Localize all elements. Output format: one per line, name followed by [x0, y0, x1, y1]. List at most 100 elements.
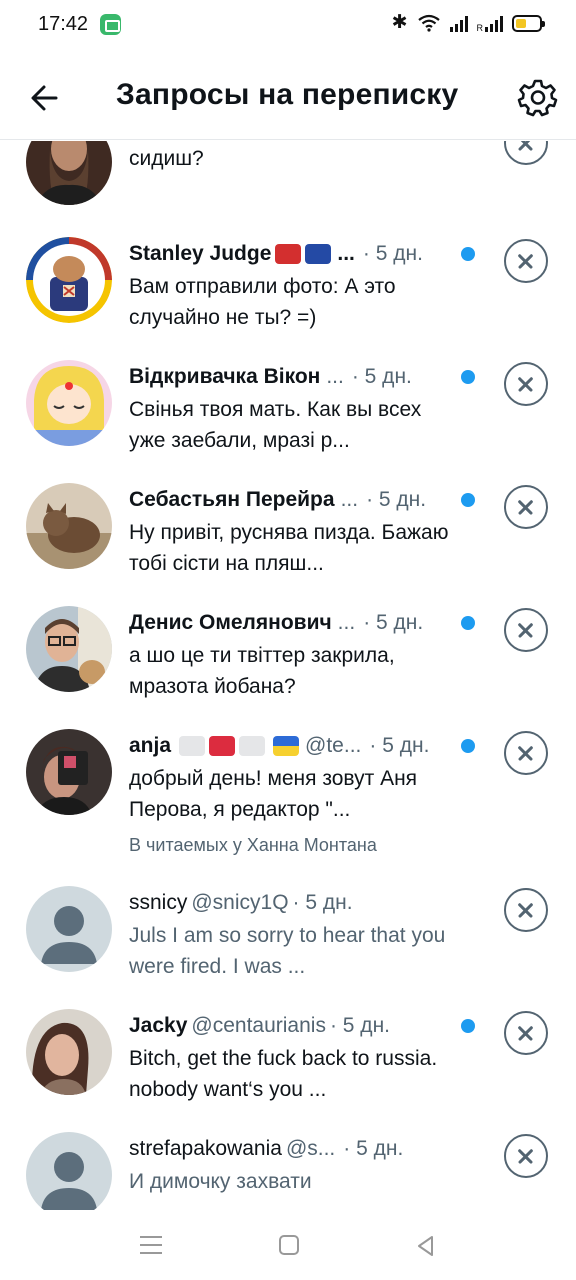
settings-gear-icon[interactable] [517, 76, 559, 118]
timestamp: · 5 дн. [343, 1137, 404, 1160]
system-navigation-bar [0, 1210, 576, 1280]
sender-name: ssnicy [129, 891, 188, 914]
dismiss-button[interactable] [504, 362, 548, 406]
system-back-button[interactable] [414, 1234, 438, 1258]
bluetooth-icon: ✱ [391, 12, 408, 33]
avatar[interactable] [26, 1009, 112, 1095]
list-item[interactable]: Stanley Judge ... · 5 дн. Вам отправили … [0, 233, 576, 356]
item-content: ssnicy @snicy1Q · 5 дн. Juls I am so sor… [129, 886, 449, 982]
battery-icon [512, 14, 545, 32]
avatar[interactable] [26, 237, 112, 323]
dismiss-button[interactable] [504, 1134, 548, 1178]
sender-handle: @centaurianis [191, 1014, 326, 1037]
unread-indicator [461, 739, 475, 753]
timestamp: · 5 дн. [369, 734, 430, 757]
timestamp: · 5 дн. [363, 611, 424, 634]
item-content: Денис Омелянович ... · 5 дн. а шо це ти … [129, 606, 449, 702]
dismiss-button[interactable] [504, 608, 548, 652]
sender-handle: @s... [285, 1137, 336, 1160]
list-item[interactable]: ssnicy @snicy1Q · 5 дн. Juls I am so sor… [0, 882, 576, 1005]
avatar[interactable] [26, 729, 112, 815]
dismiss-button[interactable] [504, 485, 548, 529]
list-item[interactable]: Відкривачка Вікон ... · 5 дн. Свiнья тво… [0, 356, 576, 479]
home-button[interactable] [279, 1235, 299, 1255]
dismiss-button[interactable] [504, 141, 548, 165]
sender-name: Себастьян Перейра [129, 488, 335, 511]
unread-indicator [461, 493, 475, 507]
white-flag-icon [239, 736, 266, 756]
avatar[interactable] [26, 141, 112, 205]
name-ellipsis: ... [326, 365, 344, 388]
sender-name: Stanley Judge [129, 242, 272, 265]
roaming-label: R [476, 23, 484, 33]
list-item[interactable]: anja @te... · 5 дн. добрый день! меня зо… [0, 725, 576, 882]
kosovo-flag-icon [305, 244, 332, 264]
wifi-icon [417, 14, 440, 32]
list-item[interactable]: Денис Омелянович ... · 5 дн. а шо це ти … [0, 602, 576, 725]
back-button[interactable] [26, 78, 66, 118]
red-flag-icon [209, 736, 236, 756]
message-requests-list: сидиш? Stanley Judge ... · 5 дн. Вам отп… [0, 141, 576, 1210]
dismiss-button[interactable] [504, 731, 548, 775]
list-item[interactable]: strefapakowania @s... · 5 дн. И димочку … [0, 1128, 576, 1210]
sender-name: strefapakowania [129, 1137, 282, 1160]
page-title: Запросы на переписку [116, 78, 459, 111]
sender-name: Jacky [129, 1014, 188, 1037]
status-time: 17:42 [38, 13, 89, 35]
message-preview: а шо це ти твіттер закрила, мразота йоба… [129, 644, 395, 698]
sender-name: anja [129, 734, 172, 757]
app-header: Запросы на переписку [0, 56, 576, 140]
recent-apps-button[interactable] [140, 1236, 162, 1254]
unread-indicator [461, 247, 475, 261]
item-content: anja @te... · 5 дн. добрый день! меня зо… [129, 729, 449, 856]
sender-name: Денис Омелянович [129, 611, 332, 634]
message-preview: Bitch, get the fuck back to russia. nobo… [129, 1047, 438, 1101]
white-flag-icon [179, 736, 206, 756]
timestamp: · 5 дн. [351, 365, 412, 388]
dismiss-button[interactable] [504, 888, 548, 932]
unread-indicator [461, 616, 475, 630]
sender-handle: @te... [305, 734, 362, 757]
message-preview: Ну привіт, руснява пизда. Бажаю тобі сіс… [129, 521, 449, 575]
item-content: strefapakowania @s... · 5 дн. И димочку … [129, 1132, 449, 1197]
list-item[interactable]: сидиш? [0, 141, 576, 233]
sender-name: Відкривачка Вікон [129, 365, 321, 388]
message-preview: сидиш? [129, 147, 204, 170]
default-avatar[interactable] [26, 1132, 112, 1210]
sender-handle: @snicy1Q [191, 891, 289, 914]
signal-icon-2 [485, 14, 503, 32]
item-content: Jacky @centaurianis · 5 дн. Bitch, get t… [129, 1009, 449, 1105]
list-item[interactable]: Себастьян Перейра ... · 5 дн. Ну привіт,… [0, 479, 576, 602]
notification-app-icon [100, 14, 121, 35]
message-preview: Свiнья твоя мать. Как вы всех уже заебал… [129, 398, 422, 452]
message-preview: Вам отправили фото: А это случайно не ты… [129, 275, 396, 329]
item-content: сидиш? [129, 143, 449, 174]
status-icons: ✱ R [391, 12, 545, 33]
timestamp: · 5 дн. [362, 242, 423, 265]
unread-indicator [461, 1019, 475, 1033]
default-avatar[interactable] [26, 886, 112, 972]
signal-icon-1 [449, 14, 468, 32]
dismiss-button[interactable] [504, 1011, 548, 1055]
avatar[interactable] [26, 606, 112, 692]
name-ellipsis: ... [337, 242, 355, 265]
name-ellipsis: ... [340, 488, 359, 511]
dismiss-button[interactable] [504, 239, 548, 283]
item-content: Себастьян Перейра ... · 5 дн. Ну привіт,… [129, 483, 449, 579]
item-content: Stanley Judge ... · 5 дн. Вам отправили … [129, 237, 449, 333]
message-preview: Juls I am so sorry to hear that you were… [129, 924, 446, 978]
taiwan-flag-icon [275, 244, 302, 264]
message-preview: добрый день! меня зовут Аня Перова, я ре… [129, 767, 418, 821]
ukraine-flag-icon [273, 736, 300, 756]
message-preview: И димочку захвати [129, 1170, 312, 1193]
name-ellipsis: ... [337, 611, 356, 634]
avatar[interactable] [26, 360, 112, 446]
timestamp: · 5 дн. [292, 891, 353, 914]
social-context: В читаемых у Ханна Монтана [129, 835, 377, 855]
list-item[interactable]: Jacky @centaurianis · 5 дн. Bitch, get t… [0, 1005, 576, 1128]
status-bar: 17:42 ✱ R [0, 0, 576, 50]
unread-indicator [461, 370, 475, 384]
avatar[interactable] [26, 483, 112, 569]
timestamp: · 5 дн. [329, 1014, 390, 1037]
timestamp: · 5 дн. [366, 488, 427, 511]
